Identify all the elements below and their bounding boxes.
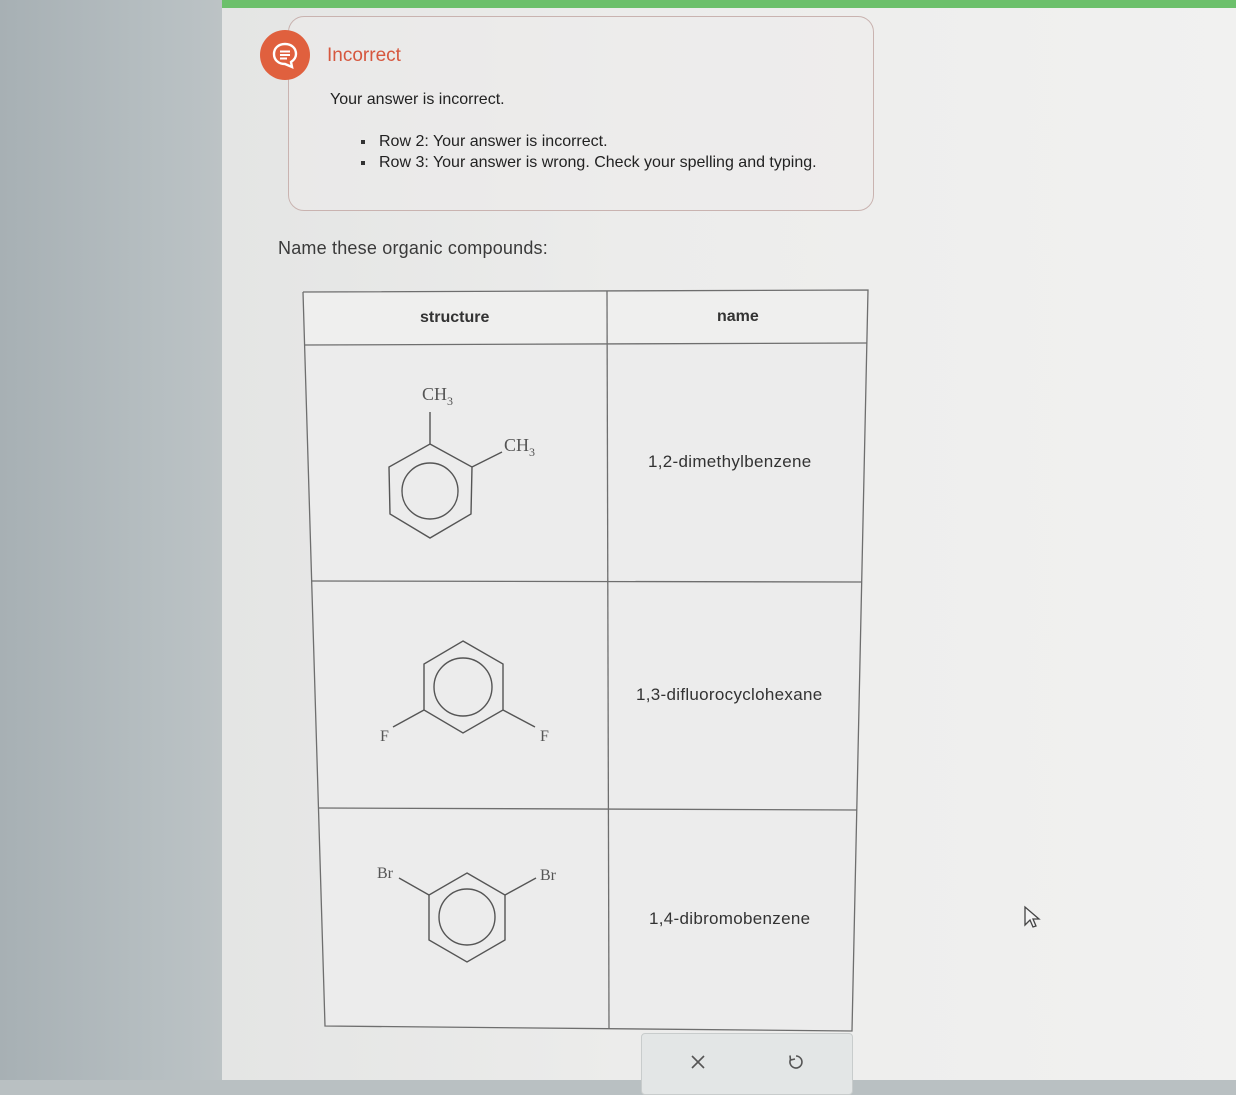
answer-row-2[interactable]: 1,3-difluorocyclohexane: [636, 685, 822, 705]
substituent-label: F: [380, 728, 389, 745]
mouse-cursor-icon: [1024, 905, 1041, 928]
x-icon: [691, 1055, 705, 1069]
clear-answer-button[interactable]: [686, 1050, 710, 1074]
table-header-row: [303, 290, 868, 345]
answer-row-3[interactable]: 1,4-dibromobenzene: [649, 909, 810, 929]
answer-row-1[interactable]: 1,2-dimethylbenzene: [648, 452, 812, 472]
undo-button[interactable]: [784, 1050, 808, 1074]
header-structure: structure: [420, 309, 490, 326]
answer-action-bar: [641, 1033, 853, 1095]
compound-table: CH3 CH3 F F Br Br: [302, 289, 869, 1032]
header-name: name: [717, 308, 759, 325]
substituent-label: Br: [540, 867, 557, 884]
undo-icon: [789, 1055, 803, 1069]
substituent-label: F: [540, 728, 549, 745]
substituent-label: Br: [377, 865, 394, 882]
